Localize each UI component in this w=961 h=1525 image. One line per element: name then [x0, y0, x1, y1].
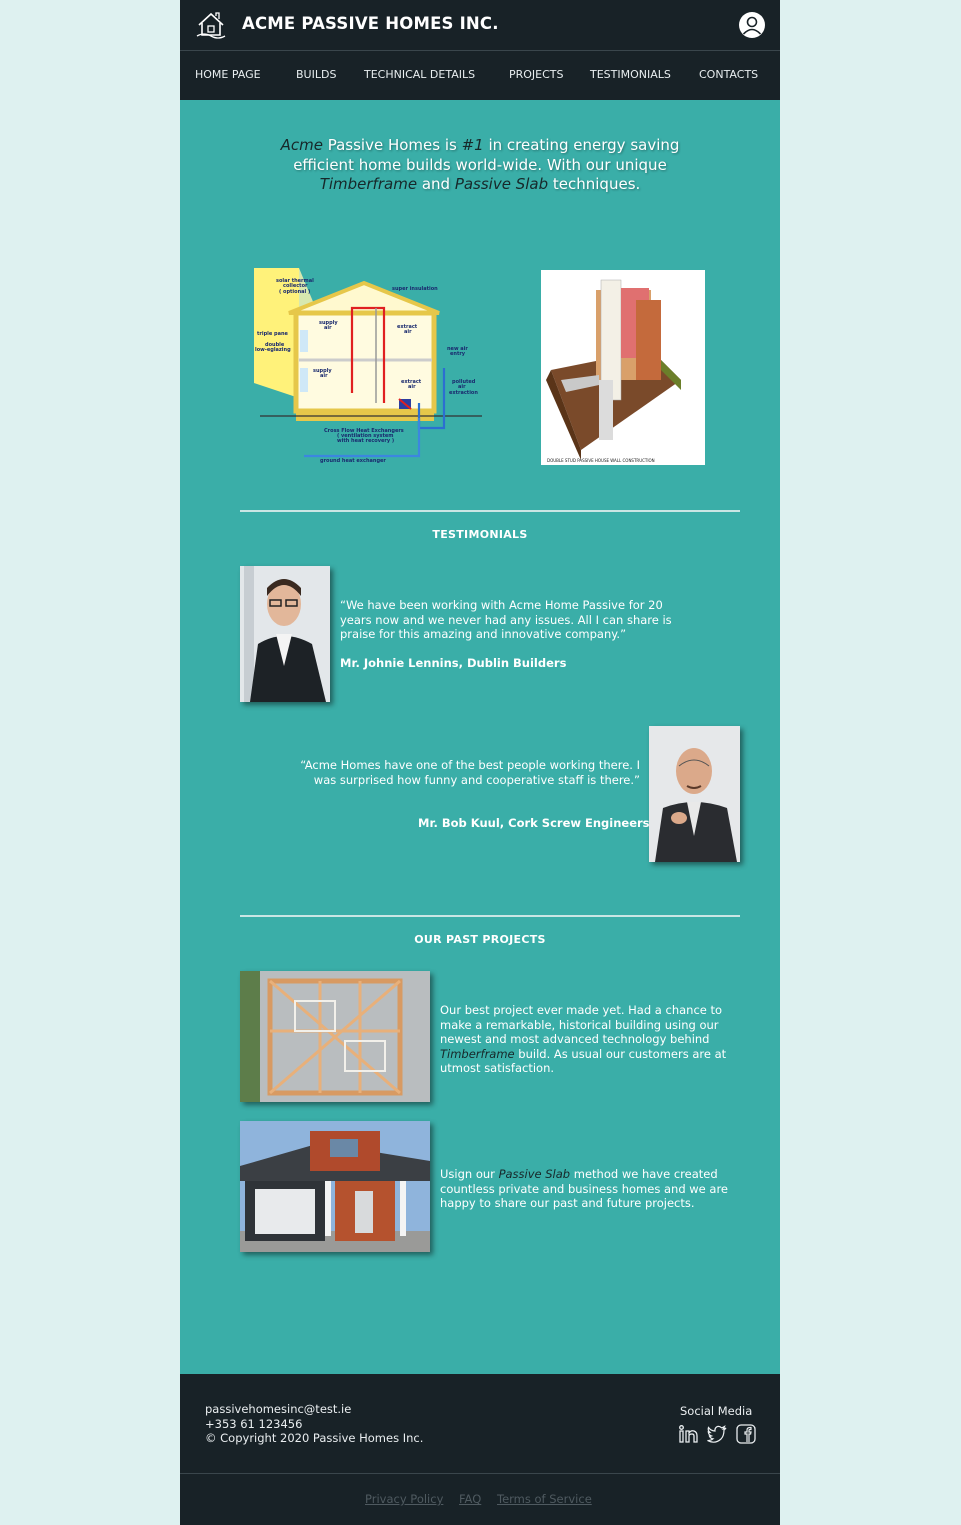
project-text-passive-slab: Usign our Passive Slab method we have cr… — [440, 1167, 729, 1210]
testimonial-quote-bob: “Acme Homes have one of the best people … — [300, 758, 640, 787]
wall-section-illustration: DOUBLE STUD PASSIVE HOUSE WALL CONSTRUCT… — [546, 279, 681, 463]
projects-title: OUR PAST PROJECTS — [414, 933, 546, 946]
house-logo-icon[interactable] — [194, 8, 228, 42]
linkedin-icon[interactable] — [679, 1424, 699, 1444]
nav-home-page[interactable]: HOME PAGE — [195, 68, 261, 81]
top-bar: ACME PASSIVE HOMES INC. — [180, 0, 780, 50]
diagram-label: ( optional ) — [279, 289, 310, 295]
testimonial-photo-bob — [649, 726, 740, 862]
testimonial-author-johnie: Mr. Johnie Lennins, Dublin Builders — [340, 656, 567, 670]
hero-timberframe: Timberframe — [319, 175, 418, 193]
project-text-timberframe: Our best project ever made yet. Had a ch… — [440, 1003, 727, 1075]
divider-projects — [240, 915, 740, 917]
nav-contacts[interactable]: CONTACTS — [699, 68, 758, 81]
diagram-label: air — [408, 384, 416, 390]
nav-builds[interactable]: BUILDS — [296, 68, 336, 81]
footer: passivehomesinc@test.ie +353 61 123456 ©… — [180, 1374, 780, 1525]
footer-divider — [180, 1473, 780, 1474]
footer-copyright: © Copyright 2020 Passive Homes Inc. — [205, 1431, 424, 1445]
nav-testimonials[interactable]: TESTIMONIALS — [590, 68, 671, 81]
faq-link[interactable]: FAQ — [459, 1492, 481, 1506]
testimonial-photo-johnie — [240, 566, 330, 702]
twitter-icon[interactable] — [707, 1424, 727, 1444]
project-passive-slab-term: Passive Slab — [498, 1167, 571, 1181]
hero-statement: Acme Passive Homes is #1 in creating ene… — [280, 136, 680, 193]
project-photo-passive-slab — [240, 1121, 430, 1252]
diagram-label: low-eglazing — [255, 347, 291, 353]
facebook-icon[interactable] — [736, 1424, 756, 1444]
diagram-label: entry — [450, 351, 466, 357]
diagram-label: air — [404, 329, 412, 335]
hero-passive-slab: Passive Slab — [454, 175, 549, 193]
diagram-label: air — [324, 325, 332, 331]
diagram-label: extraction — [449, 390, 478, 396]
footer-phone[interactable]: +353 61 123456 — [205, 1417, 302, 1431]
user-account-icon[interactable] — [738, 11, 766, 39]
diagram-label: with heat recovery ) — [337, 438, 394, 444]
diagram-label: air — [320, 373, 328, 379]
page-container: ACME PASSIVE HOMES INC. HOME PAGE BUILDS… — [180, 0, 780, 1525]
nav-technical-details[interactable]: TECHNICAL DETAILS — [364, 68, 475, 81]
social-media-label: Social Media — [680, 1404, 753, 1418]
divider-testimonials — [240, 510, 740, 512]
diagram-label: triple pane — [257, 331, 289, 337]
main-navigation: HOME PAGE BUILDS TECHNICAL DETAILS PROJE… — [180, 50, 780, 100]
footer-email[interactable]: passivehomesinc@test.ie — [205, 1402, 351, 1416]
brand-name[interactable]: ACME PASSIVE HOMES INC. — [242, 14, 499, 33]
wall-construction-image: DOUBLE STUD PASSIVE HOUSE WALL CONSTRUCT… — [541, 270, 705, 465]
nav-projects[interactable]: PROJECTS — [509, 68, 564, 81]
diagram-label: super insulation — [392, 286, 438, 292]
testimonial-author-bob: Mr. Bob Kuul, Cork Screw Engineers — [418, 816, 650, 830]
project-timberframe-term: Timberframe — [440, 1046, 515, 1061]
hero-number-one: #1 — [461, 136, 484, 154]
passive-house-diagram: solar thermal collector ( optional ) sup… — [254, 268, 482, 464]
wall-caption: DOUBLE STUD PASSIVE HOUSE WALL CONSTRUCT… — [547, 458, 655, 463]
project-photo-timberframe — [240, 971, 430, 1102]
testimonial-quote-johnie: “We have been working with Acme Home Pas… — [340, 598, 672, 641]
diagram-label: ground heat exchanger — [320, 458, 386, 464]
hero-acme: Acme — [280, 136, 323, 154]
privacy-policy-link[interactable]: Privacy Policy — [365, 1492, 443, 1506]
terms-of-service-link[interactable]: Terms of Service — [497, 1492, 592, 1506]
testimonials-title: TESTIMONIALS — [432, 528, 528, 541]
